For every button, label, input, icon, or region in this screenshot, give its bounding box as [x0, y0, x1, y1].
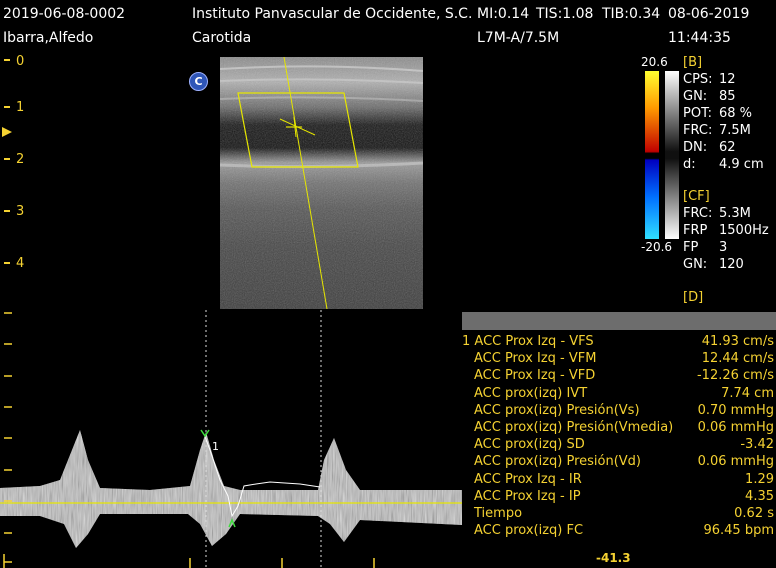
- param-cf-frequency: FRC: 5.3M: [683, 206, 751, 221]
- depth-label-1: 1: [16, 100, 25, 115]
- measurement-value: 0.62 s: [734, 506, 774, 521]
- depth-label-3: 3: [16, 204, 25, 219]
- measurement-label: ACC prox(izq) SD: [474, 437, 585, 453]
- patient-name: Ibarra,Alfedo: [3, 30, 94, 46]
- color-velocity-bar: [645, 71, 659, 239]
- depth-label-4: 4: [16, 256, 25, 271]
- institution-name: Instituto Panvascular de Occidente, S.C.: [192, 6, 473, 22]
- measurement-row[interactable]: ACC Prox Izq - VFD -12.26 cm/s: [462, 368, 776, 385]
- measurement-row[interactable]: ACC prox(izq) FC 96.45 bpm: [462, 523, 776, 540]
- tib-index: TIB:0.34: [602, 6, 661, 22]
- color-scale-min: -20.6: [641, 240, 673, 254]
- measurement-label: ACC prox(izq) Presión(Vd): [474, 454, 642, 470]
- measurement-label: ACC prox(izq) Presión(Vs): [474, 402, 640, 418]
- measurement-label: ACC prox(izq) FC: [474, 523, 584, 539]
- param-depth: d: 4.9 cm: [683, 157, 764, 172]
- measurement-row[interactable]: ACC prox(izq) Presión(Vd) 0.06 mmHg: [462, 454, 776, 471]
- measurement-value: 7.74 cm: [721, 385, 774, 401]
- param-frequency: FRC: 7.5M: [683, 123, 751, 138]
- measurement-value: 0.06 mmHg: [697, 454, 774, 470]
- color-mode-icon[interactable]: C: [189, 72, 208, 91]
- doppler-section: [D]: [683, 290, 704, 305]
- param-cf-filter: FP 3: [683, 240, 728, 255]
- measurement-value: 1.29: [745, 471, 774, 487]
- depth-label-2: 2: [16, 152, 25, 167]
- study-id: 2019-06-08-0002: [3, 6, 126, 22]
- b-mode-section: [B]: [683, 55, 703, 70]
- measurement-label: ACC Prox Izq - VFM: [474, 351, 597, 367]
- measurement-value: -3.42: [740, 437, 774, 453]
- measurement-value: -12.26 cm/s: [696, 368, 774, 384]
- param-power: POT: 68 %: [683, 106, 753, 121]
- measurement-value: 0.06 mmHg: [697, 420, 774, 435]
- param-gain: GN: 85: [683, 89, 736, 104]
- measurement-row[interactable]: ACC Prox Izq - IR 1.29: [462, 472, 776, 489]
- measurement-row[interactable]: ACC Prox Izq - VFM 12.44 cm/s: [462, 351, 776, 368]
- exam-time: 11:44:35: [668, 30, 731, 46]
- measurements-header-bar: [462, 312, 776, 330]
- color-flow-section: [CF]: [683, 189, 710, 204]
- measurement-value: 12.44 cm/s: [701, 351, 774, 367]
- measurement-value: 0.70 mmHg: [697, 402, 774, 418]
- measurement-row[interactable]: ACC prox(izq) IVT 7.74 cm: [462, 386, 776, 403]
- measurement-row[interactable]: 1 ACC Prox Izq - VFS 41.93 cm/s: [462, 334, 776, 351]
- measurement-value: 41.93 cm/s: [701, 334, 774, 349]
- tis-index: TIS:1.08: [536, 6, 594, 22]
- measurement-label: ACC Prox Izq - IR: [474, 471, 582, 487]
- param-cps: CPS: 12: [683, 72, 736, 87]
- measurements-panel: 1 ACC Prox Izq - VFS 41.93 cm/s ACC Prox I…: [462, 312, 776, 568]
- caliper-label: 1: [212, 440, 219, 453]
- velocity-scale-min: -41.3: [596, 551, 631, 565]
- param-cf-gain: GN: 120: [683, 257, 744, 272]
- depth-label-0: 0: [16, 54, 25, 69]
- measurement-row[interactable]: ACC Prox Izq - IP 4.35: [462, 489, 776, 506]
- measurement-row[interactable]: ACC prox(izq) Presión(Vmedia) 0.06 mmHg: [462, 420, 776, 437]
- color-scale-max: 20.6: [641, 55, 668, 69]
- param-cf-prf: FRP 1500Hz: [683, 223, 769, 238]
- peak-caliper-icon[interactable]: [200, 429, 210, 438]
- focus-marker-icon: [2, 127, 12, 137]
- param-dynamic-range: DN: 62: [683, 140, 736, 155]
- measurement-value: 4.35: [745, 488, 774, 504]
- measurement-value: 96.45 bpm: [703, 523, 774, 539]
- measurement-label: ACC Prox Izq - VFD: [474, 368, 596, 384]
- probe-info: L7M-A/7.5M: [477, 30, 560, 46]
- measurement-label: Tiempo: [474, 506, 523, 521]
- measurement-label: ACC Prox Izq - IP: [474, 488, 581, 504]
- measurement-row[interactable]: Tiempo 0.62 s: [462, 506, 776, 523]
- measurement-label: ACC prox(izq) IVT: [474, 385, 588, 401]
- gray-scale-bar: [665, 71, 679, 239]
- mi-index: MI:0.14: [477, 6, 530, 22]
- measurement-row[interactable]: ACC prox(izq) SD -3.42: [462, 437, 776, 454]
- exam-type: Carotida: [192, 30, 252, 46]
- doppler-overlay[interactable]: [220, 57, 423, 309]
- exam-date: 08-06-2019: [668, 6, 750, 22]
- measurement-row[interactable]: ACC prox(izq) Presión(Vs) 0.70 mmHg: [462, 403, 776, 420]
- measurement-label: ACC prox(izq) Presión(Vmedia): [474, 420, 674, 435]
- measurement-label: 1 ACC Prox Izq - VFS: [462, 334, 594, 349]
